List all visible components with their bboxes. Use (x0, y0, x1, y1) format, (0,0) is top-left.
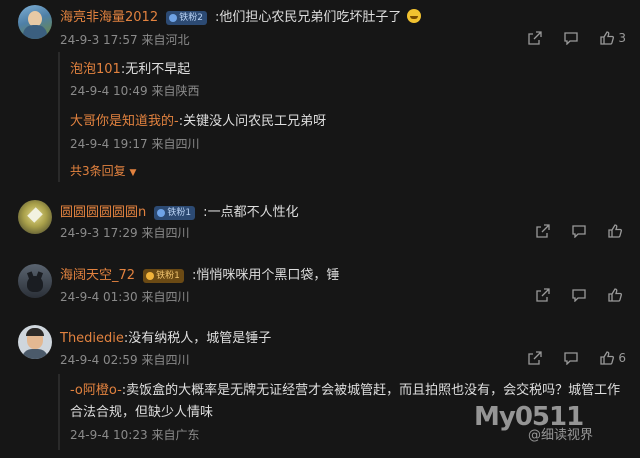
share-button[interactable] (528, 31, 543, 45)
reply-button[interactable] (564, 351, 579, 365)
comment-icon (564, 352, 579, 365)
fan-badge: 铁粉1 (143, 269, 184, 283)
like-count: 6 (618, 351, 626, 365)
avatar[interactable] (18, 5, 52, 39)
comment-meta: 24-9-3 17:29 来自四川 (60, 224, 189, 241)
comment-actions (536, 288, 626, 302)
comment-icon (572, 225, 586, 238)
username[interactable]: -o阿橙o- (70, 383, 122, 398)
like-icon (600, 351, 615, 365)
username[interactable]: 海亮非海量2012 (60, 10, 158, 25)
timestamp: 24-9-4 10:49 (70, 84, 148, 98)
timestamp: 24-9-3 17:29 (60, 226, 138, 240)
laughing-emoji-icon (406, 9, 421, 23)
comment-text: 一点都不人性化 (207, 205, 299, 220)
comment-icon (564, 32, 579, 45)
comment-text: 没有纳税人，城管是锤子 (128, 331, 272, 346)
comment-meta: 24-9-4 01:30 来自四川 (60, 288, 189, 305)
reply-button[interactable] (572, 224, 586, 238)
comment-actions: 6 (528, 351, 626, 365)
share-icon (536, 224, 550, 238)
username[interactable]: 大哥你是知道我的- (70, 114, 179, 129)
username[interactable]: 海阔天空_72 (60, 268, 135, 283)
location: 来自广东 (151, 428, 200, 442)
avatar[interactable] (18, 325, 52, 359)
timestamp: 24-9-4 01:30 (60, 290, 138, 304)
comment-meta: 24-9-4 02:59 来自四川 (60, 351, 189, 368)
reply-meta: 24-9-4 19:17 来自四川 (70, 135, 199, 152)
reply-list: 泡泡101:无利不早起 24-9-4 10:49 来自陕西 大哥你是知道我的-:… (58, 52, 640, 182)
timestamp: 24-9-4 19:17 (70, 137, 148, 151)
chevron-down-icon: ▼ (129, 168, 137, 178)
reply-item: 大哥你是知道我的-:关键没人问农民工兄弟呀 (70, 114, 327, 129)
like-button[interactable] (608, 224, 626, 238)
comment-icon (572, 289, 586, 302)
avatar[interactable] (18, 200, 52, 234)
share-button[interactable] (536, 224, 550, 238)
comment-meta: 24-9-3 17:57 来自河北 (60, 31, 189, 48)
comment-item: 海亮非海量2012 铁粉2 :他们担心农民兄弟们吃坏肚子了 24-9-3 17:… (0, 0, 640, 190)
fan-badge: 铁粉2 (166, 11, 207, 25)
comment-item: 海阔天空_72 铁粉1 :悄悄咪咪用个黑口袋，锤 24-9-4 01:30 来自… (0, 259, 640, 314)
location: 来自四川 (141, 226, 190, 240)
location: 来自陕西 (151, 84, 200, 98)
more-replies-link[interactable]: 共3条回复 ▼ (70, 162, 136, 179)
username[interactable]: 圆圆圆圆圆圆n (60, 205, 146, 220)
share-button[interactable] (536, 288, 550, 302)
like-button[interactable]: 3 (600, 31, 626, 45)
like-icon (608, 288, 622, 302)
reply-text: 无利不早起 (125, 62, 191, 77)
avatar[interactable] (18, 264, 52, 298)
like-count: 3 (618, 31, 626, 45)
location: 来自四川 (141, 353, 190, 367)
timestamp: 24-9-4 10:23 (70, 428, 148, 442)
share-icon (528, 351, 543, 365)
like-icon (608, 224, 622, 238)
timestamp: 24-9-3 17:57 (60, 33, 138, 47)
reply-meta: 24-9-4 10:49 来自陕西 (70, 82, 199, 99)
location: 来自河北 (141, 33, 190, 47)
like-icon (600, 31, 615, 45)
comment-actions: 3 (528, 31, 626, 45)
account-watermark: @细读视界 (528, 428, 594, 443)
username[interactable]: 泡泡101 (70, 62, 121, 77)
username[interactable]: Thediedie (60, 331, 124, 346)
fan-badge: 铁粉1 (154, 206, 196, 220)
comment-item: 圆圆圆圆圆圆n 铁粉1 :一点都不人性化 24-9-3 17:29 来自四川 (0, 195, 640, 250)
timestamp: 24-9-4 02:59 (60, 353, 138, 367)
reply-item: 泡泡101:无利不早起 (70, 62, 191, 77)
like-button[interactable] (608, 288, 626, 302)
location: 来自四川 (141, 290, 190, 304)
reply-button[interactable] (564, 31, 579, 45)
reply-button[interactable] (572, 288, 586, 302)
share-button[interactable] (528, 351, 543, 365)
like-button[interactable]: 6 (600, 351, 626, 365)
reply-text: 关键没人问农民工兄弟呀 (183, 114, 327, 129)
comment-text: 他们担心农民兄弟们吃坏肚子了 (219, 10, 402, 25)
share-icon (536, 288, 550, 302)
comment-text: 悄悄咪咪用个黑口袋，锤 (196, 268, 340, 283)
comment-actions (536, 224, 626, 238)
reply-meta: 24-9-4 10:23 来自广东 (70, 426, 199, 443)
location: 来自四川 (151, 137, 200, 151)
share-icon (528, 31, 543, 45)
